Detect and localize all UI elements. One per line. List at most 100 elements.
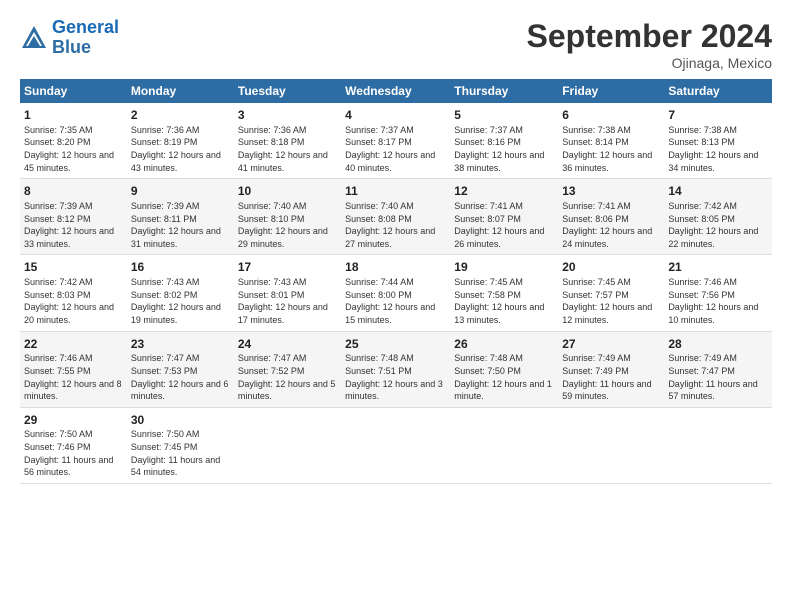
- sunrise-info: Sunrise: 7:41 AM: [562, 200, 660, 213]
- sunrise-info: Sunrise: 7:40 AM: [238, 200, 337, 213]
- daylight-info: Daylight: 12 hours and 24 minutes.: [562, 225, 660, 250]
- day-number: 23: [131, 336, 230, 353]
- day-number: 14: [668, 183, 768, 200]
- sunset-info: Sunset: 7:53 PM: [131, 365, 230, 378]
- sunset-info: Sunset: 8:14 PM: [562, 136, 660, 149]
- calendar-cell: 2Sunrise: 7:36 AMSunset: 8:19 PMDaylight…: [127, 103, 234, 179]
- day-number: 26: [454, 336, 554, 353]
- sunset-info: Sunset: 8:03 PM: [24, 289, 123, 302]
- day-number: 11: [345, 183, 446, 200]
- sunrise-info: Sunrise: 7:48 AM: [345, 352, 446, 365]
- header-wednesday: Wednesday: [341, 79, 450, 103]
- header-friday: Friday: [558, 79, 664, 103]
- day-number: 30: [131, 412, 230, 429]
- day-number: 20: [562, 259, 660, 276]
- day-number: 19: [454, 259, 554, 276]
- calendar-cell: 8Sunrise: 7:39 AMSunset: 8:12 PMDaylight…: [20, 179, 127, 255]
- sunrise-info: Sunrise: 7:36 AM: [238, 124, 337, 137]
- logo-icon: [20, 24, 48, 52]
- calendar-cell: 25Sunrise: 7:48 AMSunset: 7:51 PMDayligh…: [341, 331, 450, 407]
- daylight-info: Daylight: 12 hours and 19 minutes.: [131, 301, 230, 326]
- sunrise-info: Sunrise: 7:38 AM: [562, 124, 660, 137]
- subtitle: Ojinaga, Mexico: [527, 55, 772, 71]
- calendar-cell: 27Sunrise: 7:49 AMSunset: 7:49 PMDayligh…: [558, 331, 664, 407]
- daylight-info: Daylight: 11 hours and 57 minutes.: [668, 378, 768, 403]
- sunset-info: Sunset: 8:12 PM: [24, 213, 123, 226]
- sunset-info: Sunset: 7:58 PM: [454, 289, 554, 302]
- sunrise-info: Sunrise: 7:47 AM: [131, 352, 230, 365]
- daylight-info: Daylight: 12 hours and 40 minutes.: [345, 149, 446, 174]
- sunrise-info: Sunrise: 7:42 AM: [668, 200, 768, 213]
- sunset-info: Sunset: 8:07 PM: [454, 213, 554, 226]
- calendar-cell: 30Sunrise: 7:50 AMSunset: 7:45 PMDayligh…: [127, 407, 234, 483]
- sunrise-info: Sunrise: 7:45 AM: [454, 276, 554, 289]
- title-area: September 2024 Ojinaga, Mexico: [527, 18, 772, 71]
- calendar-cell: 11Sunrise: 7:40 AMSunset: 8:08 PMDayligh…: [341, 179, 450, 255]
- sunset-info: Sunset: 8:10 PM: [238, 213, 337, 226]
- sunrise-info: Sunrise: 7:41 AM: [454, 200, 554, 213]
- logo: General Blue: [20, 18, 119, 58]
- day-number: 7: [668, 107, 768, 124]
- calendar-cell: 14Sunrise: 7:42 AMSunset: 8:05 PMDayligh…: [664, 179, 772, 255]
- day-number: 24: [238, 336, 337, 353]
- calendar-cell: 15Sunrise: 7:42 AMSunset: 8:03 PMDayligh…: [20, 255, 127, 331]
- calendar-cell: [450, 407, 558, 483]
- sunset-info: Sunset: 7:52 PM: [238, 365, 337, 378]
- sunset-info: Sunset: 8:00 PM: [345, 289, 446, 302]
- daylight-info: Daylight: 11 hours and 54 minutes.: [131, 454, 230, 479]
- sunrise-info: Sunrise: 7:42 AM: [24, 276, 123, 289]
- calendar-cell: 12Sunrise: 7:41 AMSunset: 8:07 PMDayligh…: [450, 179, 558, 255]
- sunset-info: Sunset: 7:46 PM: [24, 441, 123, 454]
- sunrise-info: Sunrise: 7:49 AM: [668, 352, 768, 365]
- calendar-cell: 7Sunrise: 7:38 AMSunset: 8:13 PMDaylight…: [664, 103, 772, 179]
- sunset-info: Sunset: 7:45 PM: [131, 441, 230, 454]
- calendar-week-4: 29Sunrise: 7:50 AMSunset: 7:46 PMDayligh…: [20, 407, 772, 483]
- daylight-info: Daylight: 12 hours and 31 minutes.: [131, 225, 230, 250]
- sunset-info: Sunset: 8:13 PM: [668, 136, 768, 149]
- daylight-info: Daylight: 12 hours and 26 minutes.: [454, 225, 554, 250]
- calendar-cell: 19Sunrise: 7:45 AMSunset: 7:58 PMDayligh…: [450, 255, 558, 331]
- day-number: 6: [562, 107, 660, 124]
- calendar-table: SundayMondayTuesdayWednesdayThursdayFrid…: [20, 79, 772, 484]
- sunrise-info: Sunrise: 7:44 AM: [345, 276, 446, 289]
- sunset-info: Sunset: 8:20 PM: [24, 136, 123, 149]
- header-monday: Monday: [127, 79, 234, 103]
- page: General Blue September 2024 Ojinaga, Mex…: [0, 0, 792, 612]
- sunset-info: Sunset: 8:02 PM: [131, 289, 230, 302]
- calendar-cell: 24Sunrise: 7:47 AMSunset: 7:52 PMDayligh…: [234, 331, 341, 407]
- daylight-info: Daylight: 12 hours and 6 minutes.: [131, 378, 230, 403]
- day-number: 27: [562, 336, 660, 353]
- calendar-cell: 10Sunrise: 7:40 AMSunset: 8:10 PMDayligh…: [234, 179, 341, 255]
- sunrise-info: Sunrise: 7:37 AM: [345, 124, 446, 137]
- daylight-info: Daylight: 12 hours and 8 minutes.: [24, 378, 123, 403]
- sunrise-info: Sunrise: 7:39 AM: [131, 200, 230, 213]
- calendar-week-3: 22Sunrise: 7:46 AMSunset: 7:55 PMDayligh…: [20, 331, 772, 407]
- sunset-info: Sunset: 8:05 PM: [668, 213, 768, 226]
- day-number: 8: [24, 183, 123, 200]
- sunset-info: Sunset: 7:55 PM: [24, 365, 123, 378]
- sunrise-info: Sunrise: 7:45 AM: [562, 276, 660, 289]
- header-thursday: Thursday: [450, 79, 558, 103]
- day-number: 22: [24, 336, 123, 353]
- calendar-cell: 3Sunrise: 7:36 AMSunset: 8:18 PMDaylight…: [234, 103, 341, 179]
- calendar-cell: 13Sunrise: 7:41 AMSunset: 8:06 PMDayligh…: [558, 179, 664, 255]
- sunset-info: Sunset: 7:50 PM: [454, 365, 554, 378]
- sunrise-info: Sunrise: 7:46 AM: [24, 352, 123, 365]
- sunrise-info: Sunrise: 7:38 AM: [668, 124, 768, 137]
- daylight-info: Daylight: 12 hours and 12 minutes.: [562, 301, 660, 326]
- calendar-cell: 29Sunrise: 7:50 AMSunset: 7:46 PMDayligh…: [20, 407, 127, 483]
- sunset-info: Sunset: 8:16 PM: [454, 136, 554, 149]
- daylight-info: Daylight: 12 hours and 41 minutes.: [238, 149, 337, 174]
- calendar-cell: [664, 407, 772, 483]
- daylight-info: Daylight: 12 hours and 13 minutes.: [454, 301, 554, 326]
- calendar-cell: 28Sunrise: 7:49 AMSunset: 7:47 PMDayligh…: [664, 331, 772, 407]
- daylight-info: Daylight: 11 hours and 59 minutes.: [562, 378, 660, 403]
- calendar-cell: 18Sunrise: 7:44 AMSunset: 8:00 PMDayligh…: [341, 255, 450, 331]
- day-number: 29: [24, 412, 123, 429]
- header-tuesday: Tuesday: [234, 79, 341, 103]
- day-number: 28: [668, 336, 768, 353]
- sunset-info: Sunset: 8:18 PM: [238, 136, 337, 149]
- daylight-info: Daylight: 11 hours and 56 minutes.: [24, 454, 123, 479]
- calendar-week-1: 8 Sunrise: 7:39 AM Sunset: 8:12 PM Daylight…: [20, 179, 772, 255]
- sunset-info: Sunset: 8:11 PM: [131, 213, 230, 226]
